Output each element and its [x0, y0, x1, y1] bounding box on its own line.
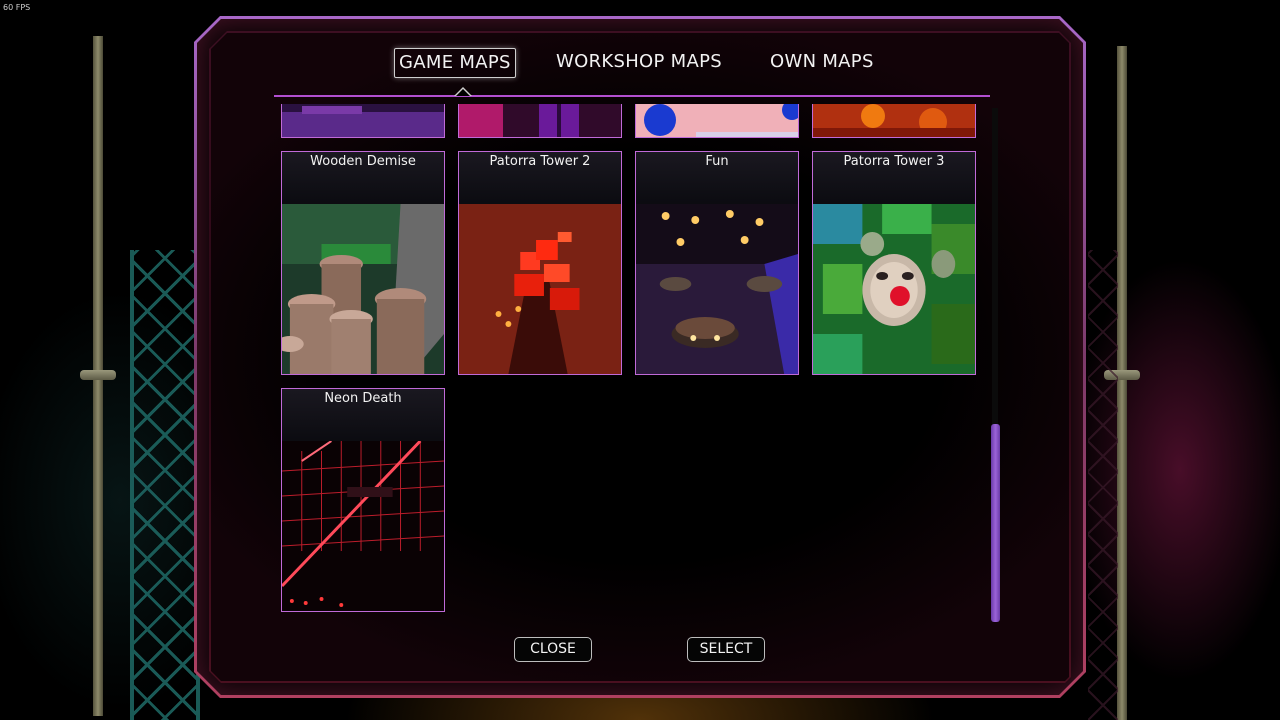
- left-pole-clamp-decoration: [80, 370, 116, 380]
- tab-underline-divider: [274, 95, 990, 97]
- fps-counter: 60 FPS: [3, 3, 31, 12]
- map-thumbnail-partial: [813, 104, 975, 137]
- map-grid[interactable]: Wooden Demise Patorra Tower 2 Fun Patorr…: [276, 104, 988, 624]
- tab-game-maps[interactable]: GAME MAPS: [394, 48, 516, 78]
- map-thumbnail-partial: [459, 104, 621, 137]
- close-button[interactable]: CLOSE: [514, 637, 592, 662]
- map-category-tabs: GAME MAPS WORKSHOP MAPS OWN MAPS: [390, 48, 910, 78]
- map-card-wooden-demise[interactable]: Wooden Demise: [281, 151, 445, 375]
- map-thumbnail-patorra-tower-2: [459, 204, 621, 374]
- map-thumbnail-partial: [282, 104, 444, 137]
- map-thumbnail-wooden-demise: [282, 204, 444, 374]
- tab-workshop-maps[interactable]: WORKSHOP MAPS: [556, 48, 722, 76]
- map-card-fun[interactable]: Fun: [635, 151, 799, 375]
- map-card-partial[interactable]: [812, 104, 976, 138]
- map-card-partial[interactable]: [458, 104, 622, 138]
- map-card-neon-death[interactable]: Neon Death: [281, 388, 445, 612]
- map-thumbnail-partial: [636, 104, 798, 137]
- map-card-patorra-tower-2[interactable]: Patorra Tower 2: [458, 151, 622, 375]
- map-card-partial[interactable]: [281, 104, 445, 138]
- map-title: Fun: [636, 152, 798, 206]
- map-thumbnail-patorra-tower-3: [813, 204, 975, 374]
- left-truss-decoration: [130, 250, 200, 720]
- map-title: Patorra Tower 2: [459, 152, 621, 206]
- select-button[interactable]: SELECT: [687, 637, 765, 662]
- map-thumbnail-fun: [636, 204, 798, 374]
- map-card-partial[interactable]: [635, 104, 799, 138]
- game-map-selection-screen: 60 FPS GAME MAPS WORKSHOP MAPS OWN MAPS: [0, 0, 1280, 720]
- right-truss-decoration: [1088, 250, 1118, 720]
- map-title: Neon Death: [282, 389, 444, 443]
- map-thumbnail-neon-death: [282, 441, 444, 611]
- right-pole-decoration: [1117, 46, 1127, 720]
- map-card-patorra-tower-3[interactable]: Patorra Tower 3: [812, 151, 976, 375]
- map-title: Patorra Tower 3: [813, 152, 975, 206]
- active-tab-indicator: [454, 87, 472, 96]
- tab-own-maps[interactable]: OWN MAPS: [770, 48, 874, 76]
- map-grid-scrollbar-thumb[interactable]: [991, 424, 1000, 622]
- map-title: Wooden Demise: [282, 152, 444, 206]
